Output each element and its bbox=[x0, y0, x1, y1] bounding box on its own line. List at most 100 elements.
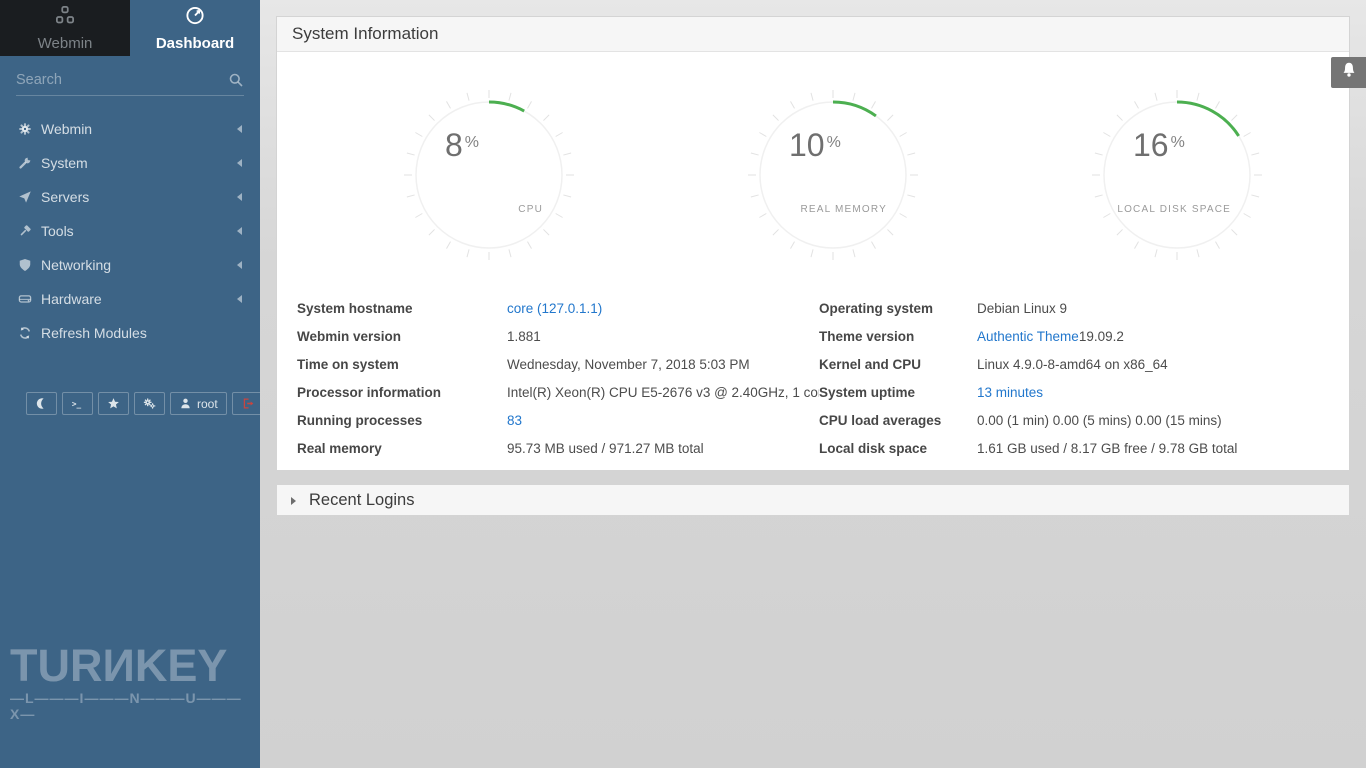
moon-icon bbox=[35, 397, 48, 410]
svg-text:>_: >_ bbox=[72, 399, 82, 408]
paper-plane-icon bbox=[17, 190, 32, 205]
gauge-local-disk-space: 16% LOCAL DISK SPACE bbox=[1089, 87, 1265, 263]
gauges-row: 8% CPU 10% REAL MEMORY 16% LOCAL DISK SP… bbox=[277, 52, 1349, 292]
tachometer-icon bbox=[185, 5, 205, 30]
night-mode-button[interactable] bbox=[26, 392, 57, 415]
favorites-button[interactable] bbox=[98, 392, 129, 415]
info-text: 1.881 bbox=[507, 329, 541, 344]
logout-icon bbox=[241, 397, 254, 410]
refresh-icon bbox=[17, 326, 32, 341]
chevron-left-icon bbox=[233, 159, 242, 167]
gauge-label: REAL MEMORY bbox=[800, 204, 887, 215]
username-label: root bbox=[197, 397, 218, 411]
chevron-left-icon bbox=[233, 295, 242, 303]
search-input[interactable] bbox=[16, 72, 228, 88]
info-text: Linux 4.9.0-8-amd64 on x86_64 bbox=[977, 357, 1168, 372]
sidebar-item-label: Hardware bbox=[41, 291, 233, 307]
gauge-label: LOCAL DISK SPACE bbox=[1117, 204, 1231, 215]
info-text: 95.73 MB used / 971.27 MB total bbox=[507, 441, 704, 456]
info-link[interactable]: 83 bbox=[507, 413, 522, 428]
bell-icon bbox=[1340, 61, 1358, 84]
user-button[interactable]: root bbox=[170, 392, 227, 415]
chevron-right-icon bbox=[291, 497, 300, 505]
quick-actions-bar: >_ root bbox=[26, 392, 260, 415]
settings-button[interactable] bbox=[134, 392, 165, 415]
sidebar-menu: Webmin System Servers ToolsNetworking Har… bbox=[0, 112, 260, 350]
sidebar-item-label: System bbox=[41, 155, 233, 171]
info-value-theme-version: Authentic Theme 19.09.2 bbox=[977, 322, 1329, 350]
sidebar-item-label: Webmin bbox=[41, 121, 233, 137]
info-value-kernel-and-cpu: Linux 4.9.0-8-amd64 on x86_64 bbox=[977, 350, 1329, 378]
sidebar-item-networking[interactable]: Networking bbox=[0, 248, 260, 282]
sidebar: Webmin Dashboard Webmin System Servers bbox=[0, 0, 260, 768]
info-label-system-hostname: System hostname bbox=[297, 294, 507, 322]
sidebar-item-tools[interactable]: Tools bbox=[0, 214, 260, 248]
info-label-theme-version: Theme version bbox=[819, 322, 977, 350]
gear-icon bbox=[17, 122, 32, 137]
webmin-logo-icon bbox=[55, 5, 75, 30]
info-value-running-processes: 83 bbox=[507, 406, 819, 434]
wrench-icon bbox=[17, 156, 32, 171]
system-information-panel: System Information 8% CPU 10% REAL MEMOR… bbox=[276, 16, 1350, 471]
info-label-webmin-version: Webmin version bbox=[297, 322, 507, 350]
info-label-local-disk-space: Local disk space bbox=[819, 434, 977, 462]
info-text: Intel(R) Xeon(R) CPU E5-2676 v3 @ 2.40GH… bbox=[507, 385, 819, 400]
gauge-value: 16% bbox=[1133, 127, 1185, 164]
system-information-header[interactable]: System Information bbox=[277, 17, 1349, 52]
main-content: System Information 8% CPU 10% REAL MEMOR… bbox=[260, 0, 1366, 768]
info-value-webmin-version: 1.881 bbox=[507, 322, 819, 350]
info-value-operating-system: Debian Linux 9 bbox=[977, 294, 1329, 322]
info-value-local-disk-space: 1.61 GB used / 8.17 GB free / 9.78 GB to… bbox=[977, 434, 1329, 462]
gauge-dial bbox=[745, 87, 921, 263]
sidebar-item-hardware[interactable]: Hardware bbox=[0, 282, 260, 316]
system-info-table: System hostnamecore (127.0.1.1) Operating… bbox=[277, 292, 1349, 462]
sidebar-item-label: Servers bbox=[41, 189, 233, 205]
logo-subtext: —L———I———N———U———X— bbox=[10, 690, 250, 722]
info-link[interactable]: Authentic Theme bbox=[977, 329, 1079, 344]
tab-dashboard[interactable]: Dashboard bbox=[130, 0, 260, 56]
panel-title: System Information bbox=[292, 24, 438, 44]
tab-webmin[interactable]: Webmin bbox=[0, 0, 130, 56]
sidebar-item-webmin[interactable]: Webmin bbox=[0, 112, 260, 146]
search-icon[interactable] bbox=[228, 72, 244, 88]
info-text: 0.00 (1 min) 0.00 (5 mins) 0.00 (15 mins… bbox=[977, 413, 1222, 428]
sidebar-item-refresh-modules[interactable]: Refresh Modules bbox=[0, 316, 260, 350]
info-link[interactable]: core (127.0.1.1) bbox=[507, 301, 602, 316]
gauge-label: CPU bbox=[518, 204, 543, 215]
recent-logins-panel[interactable]: Recent Logins bbox=[276, 484, 1350, 516]
info-label-processor-information: Processor information bbox=[297, 378, 507, 406]
info-label-time-on-system: Time on system bbox=[297, 350, 507, 378]
info-label-system-uptime: System uptime bbox=[819, 378, 977, 406]
sidebar-tabs: Webmin Dashboard bbox=[0, 0, 260, 56]
terminal-button[interactable]: >_ bbox=[62, 392, 93, 415]
info-text: 19.09.2 bbox=[1079, 329, 1124, 344]
info-value-cpu-load-averages: 0.00 (1 min) 0.00 (5 mins) 0.00 (15 mins… bbox=[977, 406, 1329, 434]
info-label-kernel-and-cpu: Kernel and CPU bbox=[819, 350, 977, 378]
turnkey-linux-logo: TURИKEY —L———I———N———U———X— bbox=[10, 643, 250, 722]
chevron-left-icon bbox=[233, 125, 242, 133]
tab-label: Dashboard bbox=[156, 35, 234, 52]
info-value-time-on-system: Wednesday, November 7, 2018 5:03 PM bbox=[507, 350, 819, 378]
sidebar-item-system[interactable]: System bbox=[0, 146, 260, 180]
info-label-running-processes: Running processes bbox=[297, 406, 507, 434]
gauge-real-memory: 10% REAL MEMORY bbox=[745, 87, 921, 263]
info-value-system-uptime: 13 minutes bbox=[977, 378, 1329, 406]
logo-text: TURИKEY bbox=[10, 643, 250, 688]
terminal-icon: >_ bbox=[71, 397, 84, 410]
notifications-toggle-button[interactable] bbox=[1331, 57, 1366, 88]
gauge-dial bbox=[401, 87, 577, 263]
info-value-processor-information: Intel(R) Xeon(R) CPU E5-2676 v3 @ 2.40GH… bbox=[507, 378, 819, 406]
info-link[interactable]: 13 minutes bbox=[977, 385, 1043, 400]
sidebar-item-servers[interactable]: Servers bbox=[0, 180, 260, 214]
hdd-icon bbox=[17, 292, 32, 307]
info-label-operating-system: Operating system bbox=[819, 294, 977, 322]
gears-icon bbox=[143, 397, 156, 410]
gavel-icon bbox=[17, 224, 32, 239]
sidebar-item-label: Refresh Modules bbox=[41, 325, 240, 341]
gauge-value: 10% bbox=[789, 127, 841, 164]
search-bar bbox=[16, 72, 244, 96]
shield-icon bbox=[17, 258, 32, 273]
user-icon bbox=[179, 397, 192, 410]
logout-button[interactable] bbox=[232, 392, 263, 415]
chevron-left-icon bbox=[233, 261, 242, 269]
